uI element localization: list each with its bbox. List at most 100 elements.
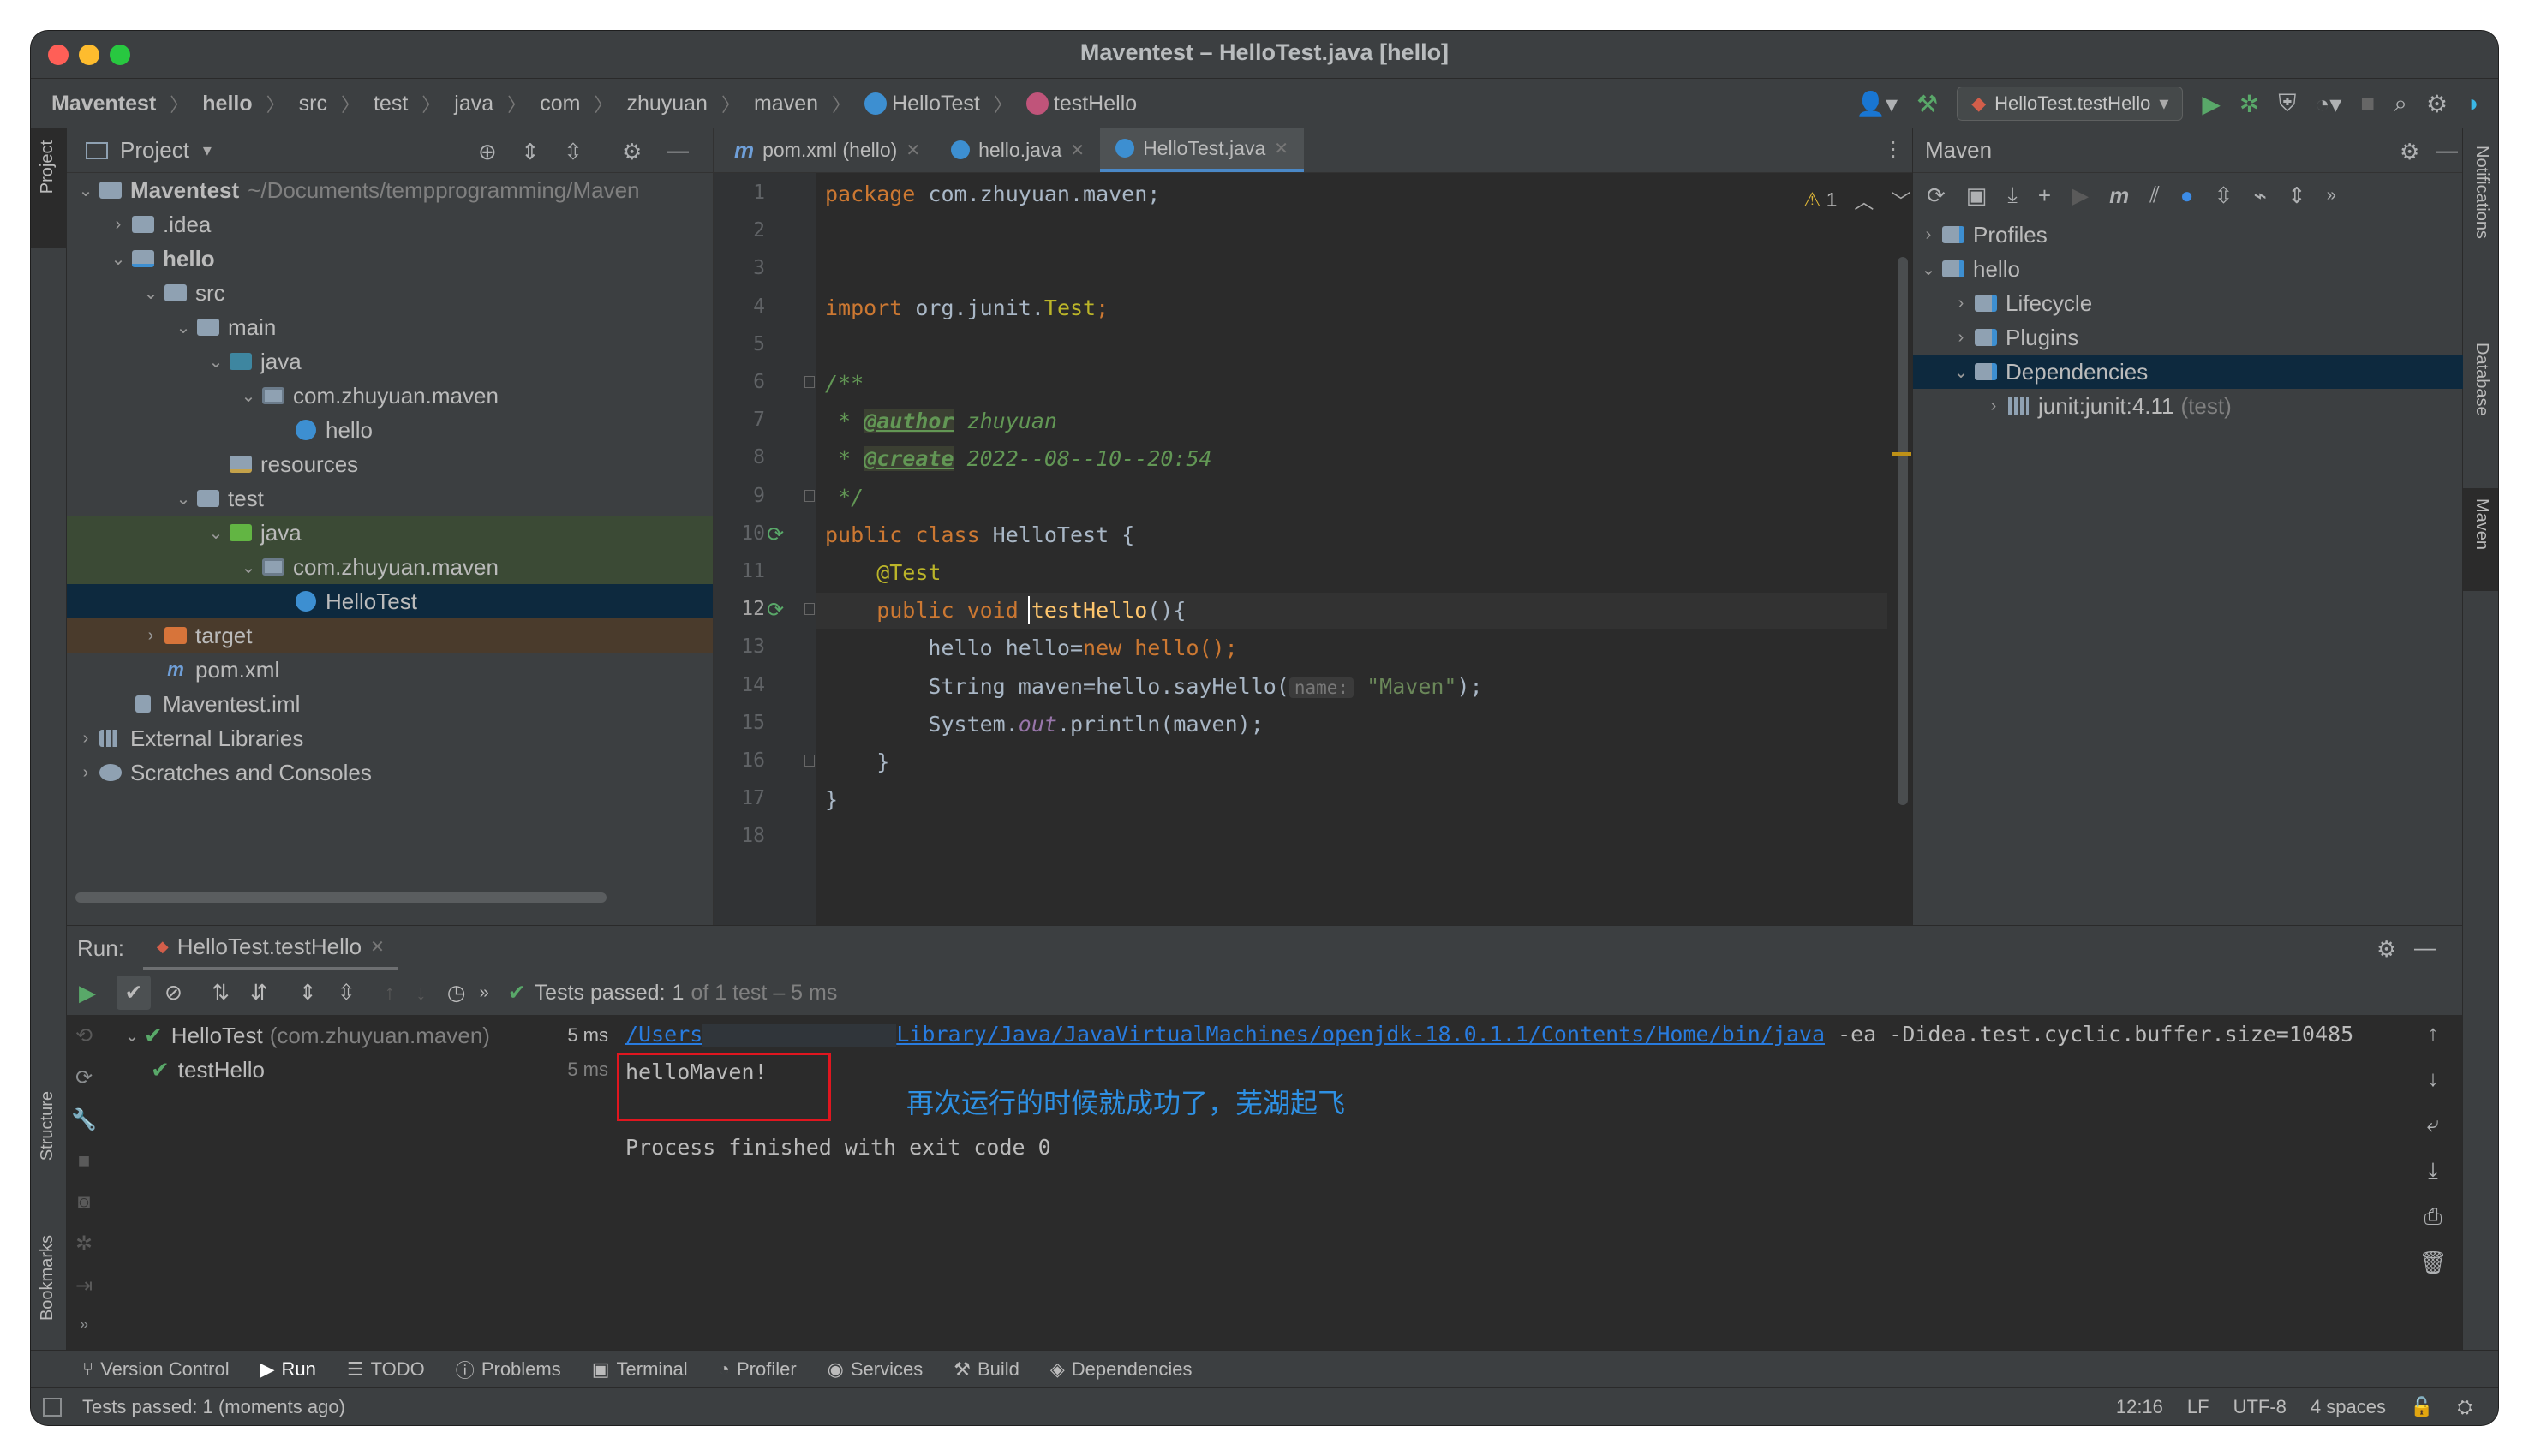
stop-icon[interactable]: ■ [2360,90,2375,117]
project-tree-item[interactable]: › .idea [67,207,713,242]
breadcrumb-item[interactable]: Maventest [51,92,156,116]
execute-goal-icon[interactable]: m [2109,182,2129,209]
run-test-gutter-icon[interactable]: ⟳ [767,598,784,622]
project-tool-label[interactable]: Project [38,140,57,194]
bottom-tab[interactable]: ⓘ Problems [456,1356,561,1383]
chevron-down-icon[interactable]: ⌄ [171,488,195,510]
rerun-icon[interactable]: ▶ [79,980,96,1006]
chevron-down-icon[interactable]: ⌄ [74,180,98,201]
project-tree-item[interactable]: resources [67,447,713,481]
breadcrumb-item[interactable]: com [540,92,580,116]
project-view-select[interactable]: Project [120,137,189,164]
fold-marker-icon[interactable] [804,489,815,502]
run-icon[interactable]: ▶ [2202,90,2221,118]
reload-icon[interactable]: ⟳ [1927,182,1946,209]
editor-scrollbar[interactable] [1898,257,1908,805]
project-tree-item[interactable]: HelloTest [67,584,713,618]
maven-tree-item[interactable]: ⌄ hello [1913,252,2463,286]
breadcrumb-item[interactable]: src [299,92,327,116]
file-encoding[interactable]: UTF-8 [2233,1396,2287,1418]
gear-icon[interactable]: ⚙ [2377,936,2396,963]
camera-icon[interactable]: ◙ [78,1190,91,1214]
fold-marker-icon[interactable] [804,376,815,388]
bottom-tab[interactable]: ⑂ Version Control [82,1358,230,1381]
hide-icon[interactable]: — [2414,934,2436,961]
fold-marker-icon[interactable] [804,755,815,767]
next-failed-icon[interactable]: ↓ [416,981,427,1005]
plus-icon[interactable]: + [2038,182,2051,209]
chevron-right-icon[interactable]: › [74,763,98,783]
history-icon[interactable]: ◷ [447,980,466,1005]
chevron-down-icon[interactable]: ⌄ [1916,259,1940,280]
show-ignored-icon[interactable]: ⊘ [164,980,182,1005]
tool-windows-toggle-icon[interactable] [43,1397,62,1417]
bottom-tab[interactable]: ☰ TODO [347,1358,425,1381]
indent-setting[interactable]: 4 spaces [2311,1396,2386,1418]
editor-tab[interactable]: hello.java ✕ [936,128,1100,172]
chevron-down-icon[interactable]: ⌄ [236,385,260,407]
scroll-down-icon[interactable]: ↓ [2428,1065,2439,1092]
java-path-link-start[interactable]: /Users [625,1022,702,1047]
exit-icon[interactable]: ⇥ [75,1274,93,1298]
project-tree-item[interactable]: › External Libraries [67,721,713,755]
horizontal-scrollbar[interactable] [75,892,607,903]
breadcrumb-item[interactable]: java [454,92,493,116]
project-tree-item[interactable]: ⌄ test [67,481,713,516]
print-icon[interactable]: ⎙ [2424,1203,2442,1231]
project-tree-item[interactable]: hello [67,413,713,447]
breadcrumb-item[interactable]: zhuyuan [626,92,708,116]
bottom-tab[interactable]: ◉ Services [828,1358,924,1381]
console-output[interactable]: /Users Library/Java/JavaVirtualMachines/o… [615,1018,2406,1378]
previous-failed-icon[interactable]: ↑ [385,981,396,1005]
line-separator[interactable]: LF [2187,1396,2209,1418]
debug-settings-icon[interactable]: ✲ [75,1232,93,1256]
bottom-tab[interactable]: ▣ Terminal [592,1358,688,1381]
skip-tests-icon[interactable]: ● [2180,182,2194,209]
test-result-item[interactable]: ✔ testHello 5 ms [117,1053,613,1087]
project-tree-item[interactable]: ⌄ src [67,276,713,310]
chevron-down-icon[interactable]: ⌄ [106,248,130,270]
java-path-link-end[interactable]: Library/Java/JavaVirtualMachines/openjdk… [896,1022,1825,1047]
show-passed-icon[interactable]: ✔ [117,976,151,1010]
project-tree-item[interactable]: ⌄ java [67,344,713,379]
project-tree-item[interactable]: ⌄ java [67,516,713,550]
chevron-right-icon[interactable]: › [1982,397,2006,416]
warning-indicator[interactable]: ⚠ 1 ︿ ﹀ [1803,185,1910,214]
bottom-tab[interactable]: ⚒ Build [954,1358,1019,1381]
structure-tool-tab[interactable]: Structure [38,1091,57,1161]
rerun-failed-icon[interactable]: ⟲ [75,1023,93,1048]
sort-duration-icon[interactable]: ⇵ [250,980,268,1005]
editor-tab[interactable]: m pom.xml (hello) ✕ [719,128,936,172]
test-result-item[interactable]: ⌄ ✔ HelloTest (com.zhuyuan.maven) 5 ms [117,1018,613,1053]
next-highlight-icon[interactable]: ﹀ [1891,185,1910,214]
add-project-folder-icon[interactable]: ▣ [1966,182,1988,209]
run-tab[interactable]: ◆ HelloTest.testHello ✕ [142,926,398,970]
breadcrumb-item[interactable]: maven [754,92,818,116]
chevron-down-icon[interactable]: ⌄ [236,557,260,578]
breadcrumb-item[interactable]: hello [202,92,252,116]
debug-icon[interactable]: ✲ [2239,90,2259,118]
project-tree-item[interactable]: ⌄ Maventest ~/Documents/tempprogramming/Ma… [67,173,713,207]
maven-tree-item[interactable]: › junit:junit:4.11 (test) [1913,389,2463,423]
search-icon[interactable]: ⌕ [2394,90,2407,118]
more-icon[interactable]: » [480,983,489,1003]
locate-icon[interactable]: ⊕ [478,139,497,165]
project-tree-item[interactable]: › Scratches and Consoles [67,755,713,790]
maven-tree-item[interactable]: › Plugins [1913,320,2463,355]
maven-tree-item[interactable]: ⌄ Dependencies [1913,355,2463,389]
project-tree-item[interactable]: Maventest.iml [67,687,713,721]
sort-alpha-icon[interactable]: ⇅ [212,980,230,1005]
breadcrumb-item[interactable]: testHello [1054,92,1137,116]
chevron-down-icon[interactable]: ⌄ [120,1025,144,1047]
chevron-down-icon[interactable]: ⌄ [204,351,228,373]
bookmarks-tool-tab[interactable]: Bookmarks [38,1235,57,1321]
more-icon[interactable]: » [80,1316,88,1334]
more-icon[interactable]: » [2327,186,2336,206]
soft-wrap-icon[interactable]: ⤶ [2427,1111,2440,1138]
breadcrumb-item[interactable]: HelloTest [892,92,980,116]
fold-marker-icon[interactable] [804,603,815,616]
jetbrains-logo-icon[interactable]: ◗ [2466,90,2481,117]
lock-icon[interactable]: 🔓 [2410,1396,2433,1418]
chevron-right-icon[interactable]: › [1949,294,1973,313]
bottom-tab[interactable]: ◔ Profiler [719,1358,797,1381]
